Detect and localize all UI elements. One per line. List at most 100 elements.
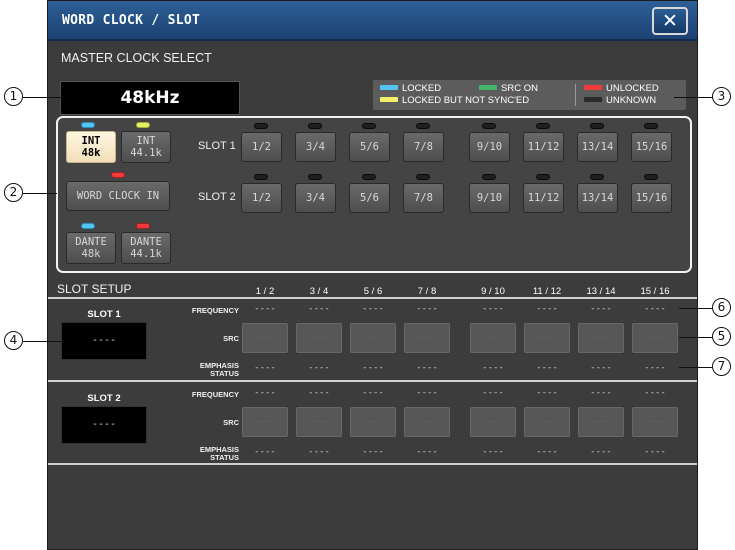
legend-locked-swatch xyxy=(380,85,398,90)
slot-1-ch-5-6-button[interactable]: 5/6 xyxy=(349,132,390,162)
slot-1-src-3-4[interactable]: ---- xyxy=(296,323,342,353)
slot-2-src-15-16[interactable]: ---- xyxy=(632,407,678,437)
slot-2-emphasis-label: EMPHASIS STATUS xyxy=(199,445,239,462)
slot-1-emphasis-5-6: ---- xyxy=(362,363,384,373)
callout-5-leader xyxy=(679,337,712,338)
title-bar: WORD CLOCK / SLOT ✕ xyxy=(48,1,697,41)
slot-1-setup-name: SLOT 1 xyxy=(87,309,121,320)
slot-1-frequency-1-2: ---- xyxy=(254,304,276,314)
legend-src-on: SRC ON xyxy=(479,84,538,94)
legend-src-on-swatch xyxy=(479,85,497,90)
slot-2-src-9-10[interactable]: ---- xyxy=(470,407,516,437)
slot-1-ch-5-6-led xyxy=(362,123,376,129)
column-header-5-6: 5 / 6 xyxy=(363,286,383,297)
word-clock-in-button[interactable]: WORD CLOCK IN xyxy=(66,181,170,211)
callout-2: 2 xyxy=(4,183,23,202)
slot-1-ch-1-2-button[interactable]: 1/2 xyxy=(241,132,282,162)
slot-1-ch-13-14-button[interactable]: 13/14 xyxy=(577,132,618,162)
slot-1-src-15-16[interactable]: ---- xyxy=(632,323,678,353)
slot-2-src-13-14[interactable]: ---- xyxy=(578,407,624,437)
slot-1-src-9-10[interactable]: ---- xyxy=(470,323,516,353)
callout-6-leader xyxy=(679,308,712,309)
slot-2-setup-name: SLOT 2 xyxy=(87,393,121,404)
word-clock-slot-window: WORD CLOCK / SLOT ✕ MASTER CLOCK SELECT … xyxy=(47,0,698,550)
int-48k-button[interactable]: INT 48k xyxy=(66,131,116,163)
slot-2-ch-1-2-led xyxy=(254,174,268,180)
slot-1-frequency-13-14: ---- xyxy=(590,304,612,314)
legend-unlocked: UNLOCKED xyxy=(584,84,659,94)
slot-1-ch-1-2-led xyxy=(254,123,268,129)
int-44k-led xyxy=(136,122,150,128)
callout-6: 6 xyxy=(712,298,731,317)
slot-2-ch-7-8-button[interactable]: 7/8 xyxy=(403,183,444,213)
slot-2-ch-5-6-button[interactable]: 5/6 xyxy=(349,183,390,213)
slot-1-emphasis-label: EMPHASIS STATUS xyxy=(199,361,239,378)
slot-1-emphasis-7-8: ---- xyxy=(416,363,438,373)
slot-2-ch-13-14-button[interactable]: 13/14 xyxy=(577,183,618,213)
slot-1-ch-9-10-led xyxy=(482,123,496,129)
slot-2-src-3-4[interactable]: ---- xyxy=(296,407,342,437)
slot-2-frequency-1-2: ---- xyxy=(254,388,276,398)
dante-44k-button[interactable]: DANTE 44.1k xyxy=(121,232,171,264)
legend-locked: LOCKED xyxy=(380,84,441,94)
slot-2-src-1-2[interactable]: ---- xyxy=(242,407,288,437)
legend-unknown: UNKNOWN xyxy=(584,96,656,106)
slot-2-frequency-3-4: ---- xyxy=(308,388,330,398)
slot-1-ch-9-10-button[interactable]: 9/10 xyxy=(469,132,510,162)
slot-2-ch-9-10-button[interactable]: 9/10 xyxy=(469,183,510,213)
slot-1-ch-15-16-button[interactable]: 15/16 xyxy=(631,132,672,162)
slot-2-ch-15-16-button[interactable]: 15/16 xyxy=(631,183,672,213)
slot-2-row-label: SLOT 2 xyxy=(198,191,236,203)
slot-2-src-7-8[interactable]: ---- xyxy=(404,407,450,437)
callout-1: 1 xyxy=(4,87,23,106)
callout-4: 4 xyxy=(4,331,23,350)
slot-1-status-display: ---- xyxy=(61,322,147,360)
slot-2-ch-11-12-led xyxy=(536,174,550,180)
slot-1-src-11-12[interactable]: ---- xyxy=(524,323,570,353)
slot-2-status-display: ---- xyxy=(61,406,147,444)
slot-1-frequency-label: FREQUENCY xyxy=(191,306,239,315)
slot-setup-heading: SLOT SETUP xyxy=(57,282,132,296)
callout-7: 7 xyxy=(712,357,731,376)
slot-2-emphasis-5-6: ---- xyxy=(362,447,384,457)
slot-1-emphasis-9-10: ---- xyxy=(482,363,504,373)
slot-2-frequency-15-16: ---- xyxy=(644,388,666,398)
close-button[interactable]: ✕ xyxy=(652,7,688,35)
slot-2-ch-1-2-button[interactable]: 1/2 xyxy=(241,183,282,213)
slot-2-src-5-6[interactable]: ---- xyxy=(350,407,396,437)
slot-2-ch-3-4-button[interactable]: 3/4 xyxy=(295,183,336,213)
slot-2-src-11-12[interactable]: ---- xyxy=(524,407,570,437)
slot-1-ch-7-8-button[interactable]: 7/8 xyxy=(403,132,444,162)
legend-unlocked-swatch xyxy=(584,85,602,90)
slot-2-ch-11-12-button[interactable]: 11/12 xyxy=(523,183,564,213)
slot-1-emphasis-13-14: ---- xyxy=(590,363,612,373)
slot-2-frequency-5-6: ---- xyxy=(362,388,384,398)
slot-1-src-5-6[interactable]: ---- xyxy=(350,323,396,353)
legend-not-synced-swatch xyxy=(380,97,398,102)
callout-3: 3 xyxy=(712,87,731,106)
slot-1-emphasis-15-16: ---- xyxy=(644,363,666,373)
dante-48k-button[interactable]: DANTE 48k xyxy=(66,232,116,264)
slot-1-src-13-14[interactable]: ---- xyxy=(578,323,624,353)
slot-1-ch-11-12-led xyxy=(536,123,550,129)
int-44k-button[interactable]: INT 44.1k xyxy=(121,131,171,163)
slot-2-emphasis-1-2: ---- xyxy=(254,447,276,457)
slot-1-src-7-8[interactable]: ---- xyxy=(404,323,450,353)
master-clock-frequency-display: 48kHz xyxy=(60,81,240,115)
column-header-15-16: 15 / 16 xyxy=(640,286,670,297)
dante-44k-led xyxy=(136,223,150,229)
slot-setup-middle-divider xyxy=(48,380,697,382)
clock-source-panel: INT 48k INT 44.1k WORD CLOCK IN DANTE 48k D… xyxy=(56,116,692,273)
word-clock-in-led xyxy=(111,172,125,178)
slot-1-ch-11-12-button[interactable]: 11/12 xyxy=(523,132,564,162)
slot-1-frequency-3-4: ---- xyxy=(308,304,330,314)
slot-1-src-label: SRC xyxy=(223,334,239,343)
column-header-7-8: 7 / 8 xyxy=(417,286,437,297)
column-header-13-14: 13 / 14 xyxy=(586,286,616,297)
slot-1-src-1-2[interactable]: ---- xyxy=(242,323,288,353)
slot-2-emphasis-15-16: ---- xyxy=(644,447,666,457)
column-header-11-12: 11 / 12 xyxy=(532,286,562,297)
slot-1-row-label: SLOT 1 xyxy=(198,140,236,152)
slot-1-ch-3-4-button[interactable]: 3/4 xyxy=(295,132,336,162)
slot-1-emphasis-1-2: ---- xyxy=(254,363,276,373)
